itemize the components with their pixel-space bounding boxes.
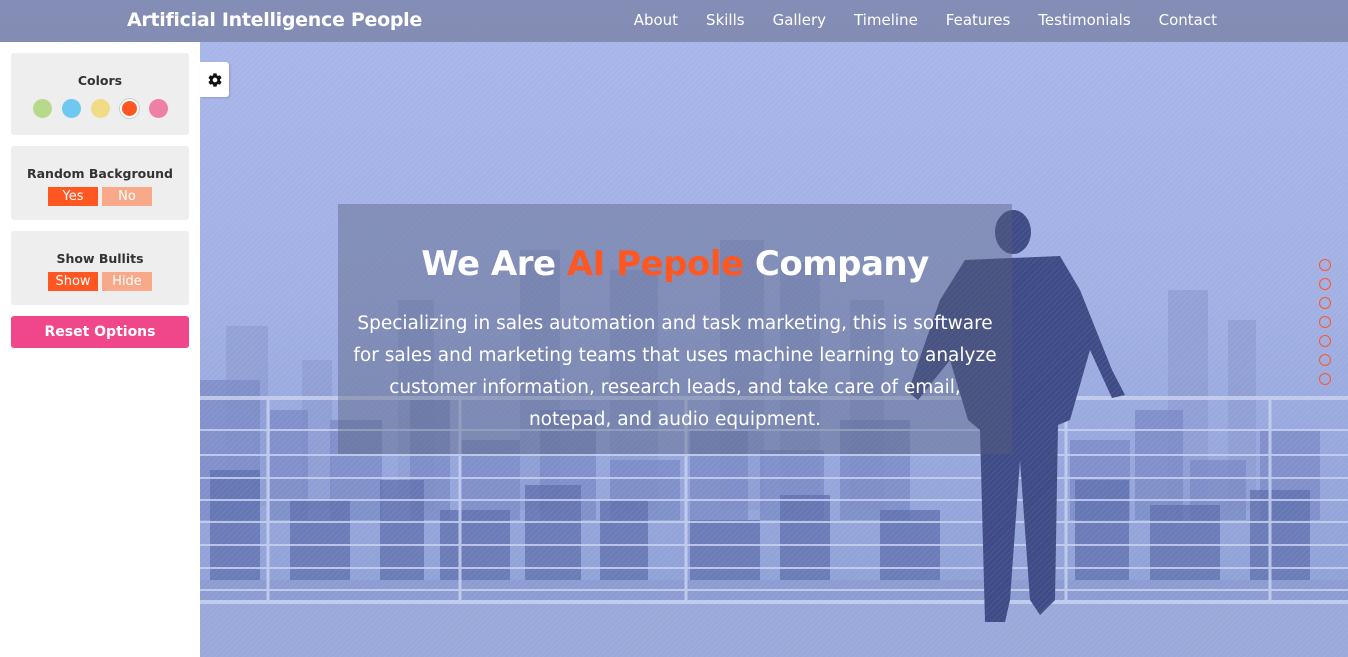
hero-title-suffix: Company [754,244,929,284]
section-bullet[interactable] [1319,316,1331,328]
section-bullet[interactable] [1319,297,1331,309]
nav-features[interactable]: Features [946,11,1011,29]
bullets-hide-button[interactable]: Hide [102,272,152,291]
hero-title: We Are AI Pepole Company [338,244,1012,284]
random-bg-no-button[interactable]: No [102,187,152,206]
nav-timeline[interactable]: Timeline [854,11,918,29]
color-swatch-green[interactable] [32,99,52,118]
random-background-title: Random Background [26,166,173,181]
settings-panel: Colors Random Background Yes No Show Bul… [0,42,200,657]
gear-icon [208,72,221,87]
section-bullet[interactable] [1319,373,1331,385]
nav-skills[interactable]: Skills [706,11,745,29]
color-swatches [11,99,189,118]
section-bullet[interactable] [1319,278,1331,290]
random-bg-yes-button[interactable]: Yes [48,187,98,206]
settings-toggle-button[interactable] [200,62,229,97]
page-bullets [1319,259,1331,392]
nav-contact[interactable]: Contact [1159,11,1217,29]
section-bullet[interactable] [1319,354,1331,366]
random-background-buttons: Yes No [11,187,189,206]
section-bullet[interactable] [1319,335,1331,347]
color-swatch-orange[interactable] [119,99,139,118]
color-swatch-blue[interactable] [61,99,81,118]
section-bullet[interactable] [1319,259,1331,271]
brand-logo-text[interactable]: Artificial Intelligence People [127,9,422,31]
nav-testimonials[interactable]: Testimonials [1038,11,1130,29]
navbar: Artificial Intelligence People About Ski… [0,0,1348,42]
show-bullets-box: Show Bullits Show Hide [11,231,189,305]
nav-gallery[interactable]: Gallery [773,11,826,29]
show-bullets-buttons: Show Hide [11,272,189,291]
color-swatch-yellow[interactable] [90,99,110,118]
hero-intro-box: We Are AI Pepole Company Specializing in… [338,204,1012,454]
colors-option-box: Colors [11,53,189,135]
bullets-show-button[interactable]: Show [48,272,98,291]
hero-title-accent: AI Pepole [566,244,744,284]
nav-links: About Skills Gallery Timeline Features T… [634,11,1217,29]
show-bullets-title: Show Bullits [56,251,144,266]
hero-description: Specializing in sales automation and tas… [353,313,997,430]
colors-title: Colors [77,73,123,88]
hero-title-prefix: We Are [421,244,556,284]
nav-about[interactable]: About [634,11,678,29]
reset-options-button[interactable]: Reset Options [11,316,189,348]
random-background-box: Random Background Yes No [11,146,189,220]
color-swatch-pink[interactable] [148,99,168,118]
